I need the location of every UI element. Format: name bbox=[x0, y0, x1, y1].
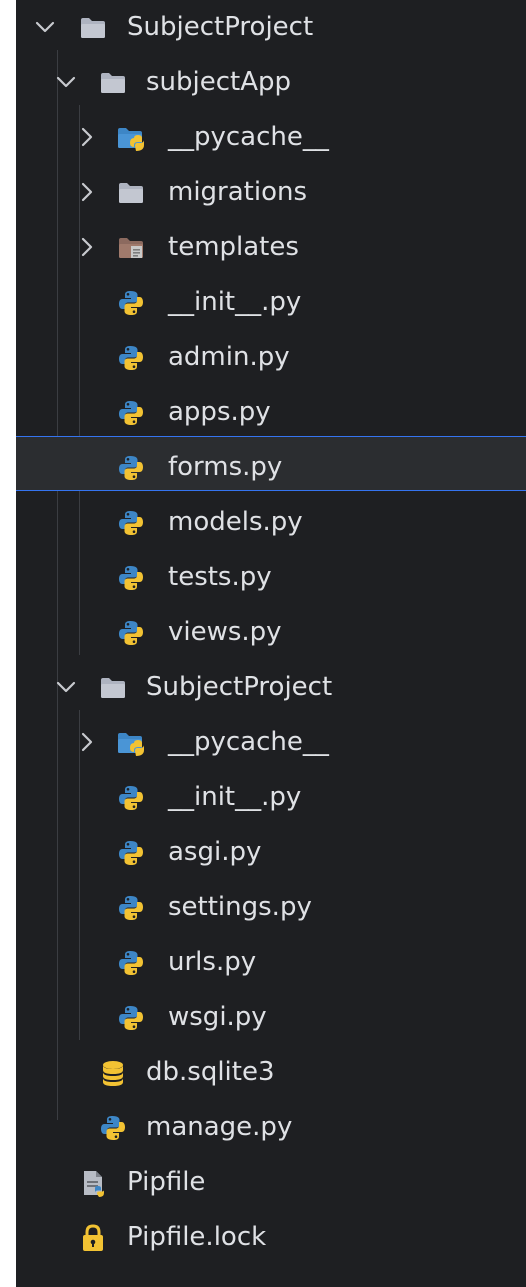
python-file-icon bbox=[116, 508, 146, 538]
tree-row-label: SubjectProject bbox=[127, 12, 314, 42]
tree-row-tests[interactable]: tests.py bbox=[16, 550, 526, 605]
tree-row-label: subjectApp bbox=[146, 67, 292, 97]
tree-row-label: settings.py bbox=[168, 892, 312, 922]
tree-row-label: migrations bbox=[168, 177, 308, 207]
tree-row-label: SubjectProject bbox=[146, 672, 333, 702]
tree-row-label: asgi.py bbox=[168, 837, 262, 867]
database-icon bbox=[98, 1058, 128, 1088]
tree-row-label: __pycache__ bbox=[168, 122, 329, 152]
chevron-right-icon[interactable] bbox=[75, 235, 99, 259]
python-file-icon bbox=[98, 1113, 128, 1143]
python-file-icon bbox=[116, 453, 146, 483]
chevron-down-icon[interactable] bbox=[54, 675, 78, 699]
folder-icon bbox=[116, 178, 146, 208]
chevron-right-icon[interactable] bbox=[75, 125, 99, 149]
tree-row-subjectapp[interactable]: subjectApp bbox=[16, 55, 526, 110]
python-file-icon bbox=[116, 563, 146, 593]
tree-row-label: db.sqlite3 bbox=[146, 1057, 275, 1087]
tree-row-templates[interactable]: templates bbox=[16, 220, 526, 275]
tree-row-label: Pipfile.lock bbox=[127, 1222, 267, 1252]
chevron-down-icon[interactable] bbox=[33, 15, 57, 39]
tree-row-settings[interactable]: settings.py bbox=[16, 880, 526, 935]
project-explorer: SubjectProject subjectApp __pycache__ mi… bbox=[16, 0, 526, 1287]
tree-row-label: templates bbox=[168, 232, 299, 262]
tree-row-label: forms.py bbox=[168, 452, 283, 482]
python-file-icon bbox=[116, 783, 146, 813]
tree-row-label: apps.py bbox=[168, 397, 271, 427]
lock-icon bbox=[78, 1223, 108, 1253]
tree-row-db-sqlite3[interactable]: db.sqlite3 bbox=[16, 1045, 526, 1100]
tree-row-admin[interactable]: admin.py bbox=[16, 330, 526, 385]
tree-row-views[interactable]: views.py bbox=[16, 605, 526, 660]
python-file-icon bbox=[116, 1003, 146, 1033]
python-file-icon bbox=[116, 343, 146, 373]
tree-row-manage[interactable]: manage.py bbox=[16, 1100, 526, 1155]
tree-row-urls[interactable]: urls.py bbox=[16, 935, 526, 990]
python-file-icon bbox=[116, 948, 146, 978]
tree-row-project-init[interactable]: __init__.py bbox=[16, 770, 526, 825]
tree-row-app-pycache[interactable]: __pycache__ bbox=[16, 110, 526, 165]
tree-row-label: __init__.py bbox=[168, 287, 302, 317]
chevron-right-icon[interactable] bbox=[75, 730, 99, 754]
tree-row-forms[interactable]: forms.py bbox=[16, 436, 526, 491]
python-package-folder-icon bbox=[116, 123, 146, 153]
tree-row-label: manage.py bbox=[146, 1112, 293, 1142]
python-file-icon bbox=[116, 288, 146, 318]
tree-row-project-pycache[interactable]: __pycache__ bbox=[16, 715, 526, 770]
python-file-icon bbox=[116, 893, 146, 923]
folder-icon bbox=[78, 13, 108, 43]
python-file-icon bbox=[116, 398, 146, 428]
tree-row-app-init[interactable]: __init__.py bbox=[16, 275, 526, 330]
chevron-down-icon[interactable] bbox=[54, 70, 78, 94]
folder-icon bbox=[98, 68, 128, 98]
tree-row-subjectproject-package[interactable]: SubjectProject bbox=[16, 660, 526, 715]
tree-row-asgi[interactable]: asgi.py bbox=[16, 825, 526, 880]
chevron-right-icon[interactable] bbox=[75, 180, 99, 204]
tree-row-label: models.py bbox=[168, 507, 303, 537]
tree-row-migrations[interactable]: migrations bbox=[16, 165, 526, 220]
tree-row-label: wsgi.py bbox=[168, 1002, 267, 1032]
python-file-icon bbox=[116, 838, 146, 868]
folder-icon bbox=[98, 673, 128, 703]
tree-row-label: admin.py bbox=[168, 342, 290, 372]
tree-row-root-subjectproject[interactable]: SubjectProject bbox=[16, 0, 526, 55]
tree-row-pipfile-lock[interactable]: Pipfile.lock bbox=[16, 1210, 526, 1265]
tree-row-label: views.py bbox=[168, 617, 282, 647]
tree-row-apps[interactable]: apps.py bbox=[16, 385, 526, 440]
tree-row-label: Pipfile bbox=[127, 1167, 206, 1197]
pipfile-icon bbox=[78, 1168, 108, 1198]
tree-row-pipfile[interactable]: Pipfile bbox=[16, 1155, 526, 1210]
python-package-folder-icon bbox=[116, 728, 146, 758]
tree-row-label: tests.py bbox=[168, 562, 272, 592]
tree-row-label: __pycache__ bbox=[168, 727, 329, 757]
tree-row-models[interactable]: models.py bbox=[16, 495, 526, 550]
tree-row-wsgi[interactable]: wsgi.py bbox=[16, 990, 526, 1045]
python-file-icon bbox=[116, 618, 146, 648]
tree-row-label: __init__.py bbox=[168, 782, 302, 812]
tree-row-label: urls.py bbox=[168, 947, 257, 977]
templates-folder-icon bbox=[116, 233, 146, 263]
